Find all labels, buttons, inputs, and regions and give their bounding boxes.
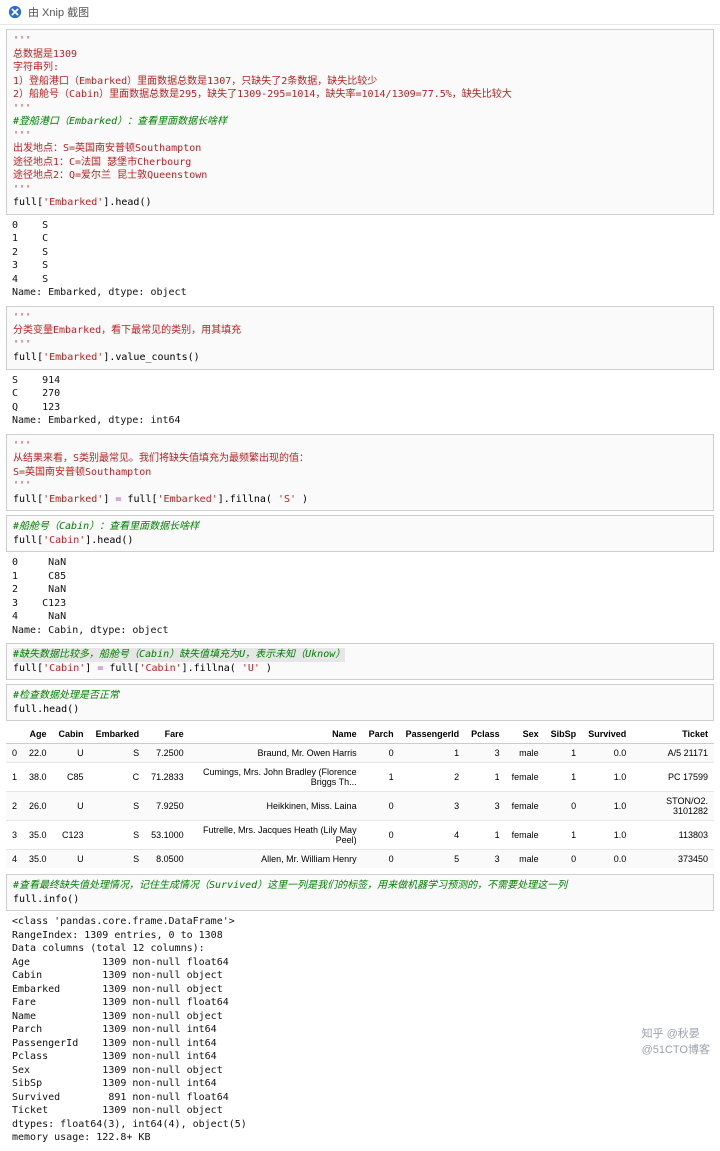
table-row: 022.0US7.2500Braund, Mr. Owen Harris013m… <box>6 744 714 763</box>
col-header: Parch <box>363 725 400 744</box>
col-header: Fare <box>145 725 190 744</box>
code-cell-5: #缺失数据比较多，船舱号（Cabin）缺失值填充为U，表示未知（Uknow） f… <box>6 643 714 680</box>
col-header: PassengerId <box>400 725 466 744</box>
col-header: Cabin <box>53 725 90 744</box>
col-header: SibSp <box>545 725 583 744</box>
table-row: 138.0C85C71.2833Cumings, Mrs. John Bradl… <box>6 763 714 792</box>
window-titlebar: 由 Xnip 截图 <box>0 0 720 25</box>
col-header: Sex <box>506 725 545 744</box>
table-row: 335.0C123S53.1000Futrelle, Mrs. Jacques … <box>6 821 714 850</box>
dataframe-table: AgeCabinEmbarkedFareNameParchPassengerId… <box>6 725 714 868</box>
window-title: 由 Xnip 截图 <box>28 4 89 20</box>
code-cell-3: ''' 从结果来看，S类别最常见。我们将缺失值填充为最频繁出现的值： S=英国南… <box>6 434 714 512</box>
app-xnip-icon <box>8 5 22 19</box>
col-header: Name <box>190 725 363 744</box>
code-cell-4: #船舱号（Cabin）：查看里面数据长啥样 full['Cabin'].head… <box>6 515 714 552</box>
code-cell-2: ''' 分类变量Embarked，看下最常见的类别，用其填充 ''' full[… <box>6 306 714 370</box>
code-cell-7: #查看最终缺失值处理情况，记住生成情况（Survived）这里一列是我们的标签，… <box>6 874 714 911</box>
output-4: 0 NaN 1 C85 2 NaN 3 C123 4 NaN Name: Cab… <box>6 554 714 639</box>
col-header: Age <box>23 725 53 744</box>
table-row: 435.0US8.0500Allen, Mr. William Henry053… <box>6 850 714 869</box>
code-cell-1: ''' 总数据是1309 字符串列: 1）登船港口（Embarked）里面数据总… <box>6 29 714 215</box>
col-header: Pclass <box>465 725 506 744</box>
table-row: 226.0US7.9250Heikkinen, Miss. Laina033fe… <box>6 792 714 821</box>
code-cell-6: #检查数据处理是否正常 full.head() <box>6 684 714 721</box>
output-7: <class 'pandas.core.frame.DataFrame'> Ra… <box>6 913 714 1147</box>
watermark: 知乎 @秋晏 @51CTO博客 <box>642 1025 710 1057</box>
output-2: S 914 C 270 Q 123 Name: Embarked, dtype:… <box>6 372 714 430</box>
col-header <box>6 725 23 744</box>
col-header: Ticket <box>632 725 714 744</box>
col-header: Embarked <box>90 725 146 744</box>
col-header: Survived <box>582 725 632 744</box>
output-1: 0 S 1 C 2 S 3 S 4 S Name: Embarked, dtyp… <box>6 217 714 302</box>
